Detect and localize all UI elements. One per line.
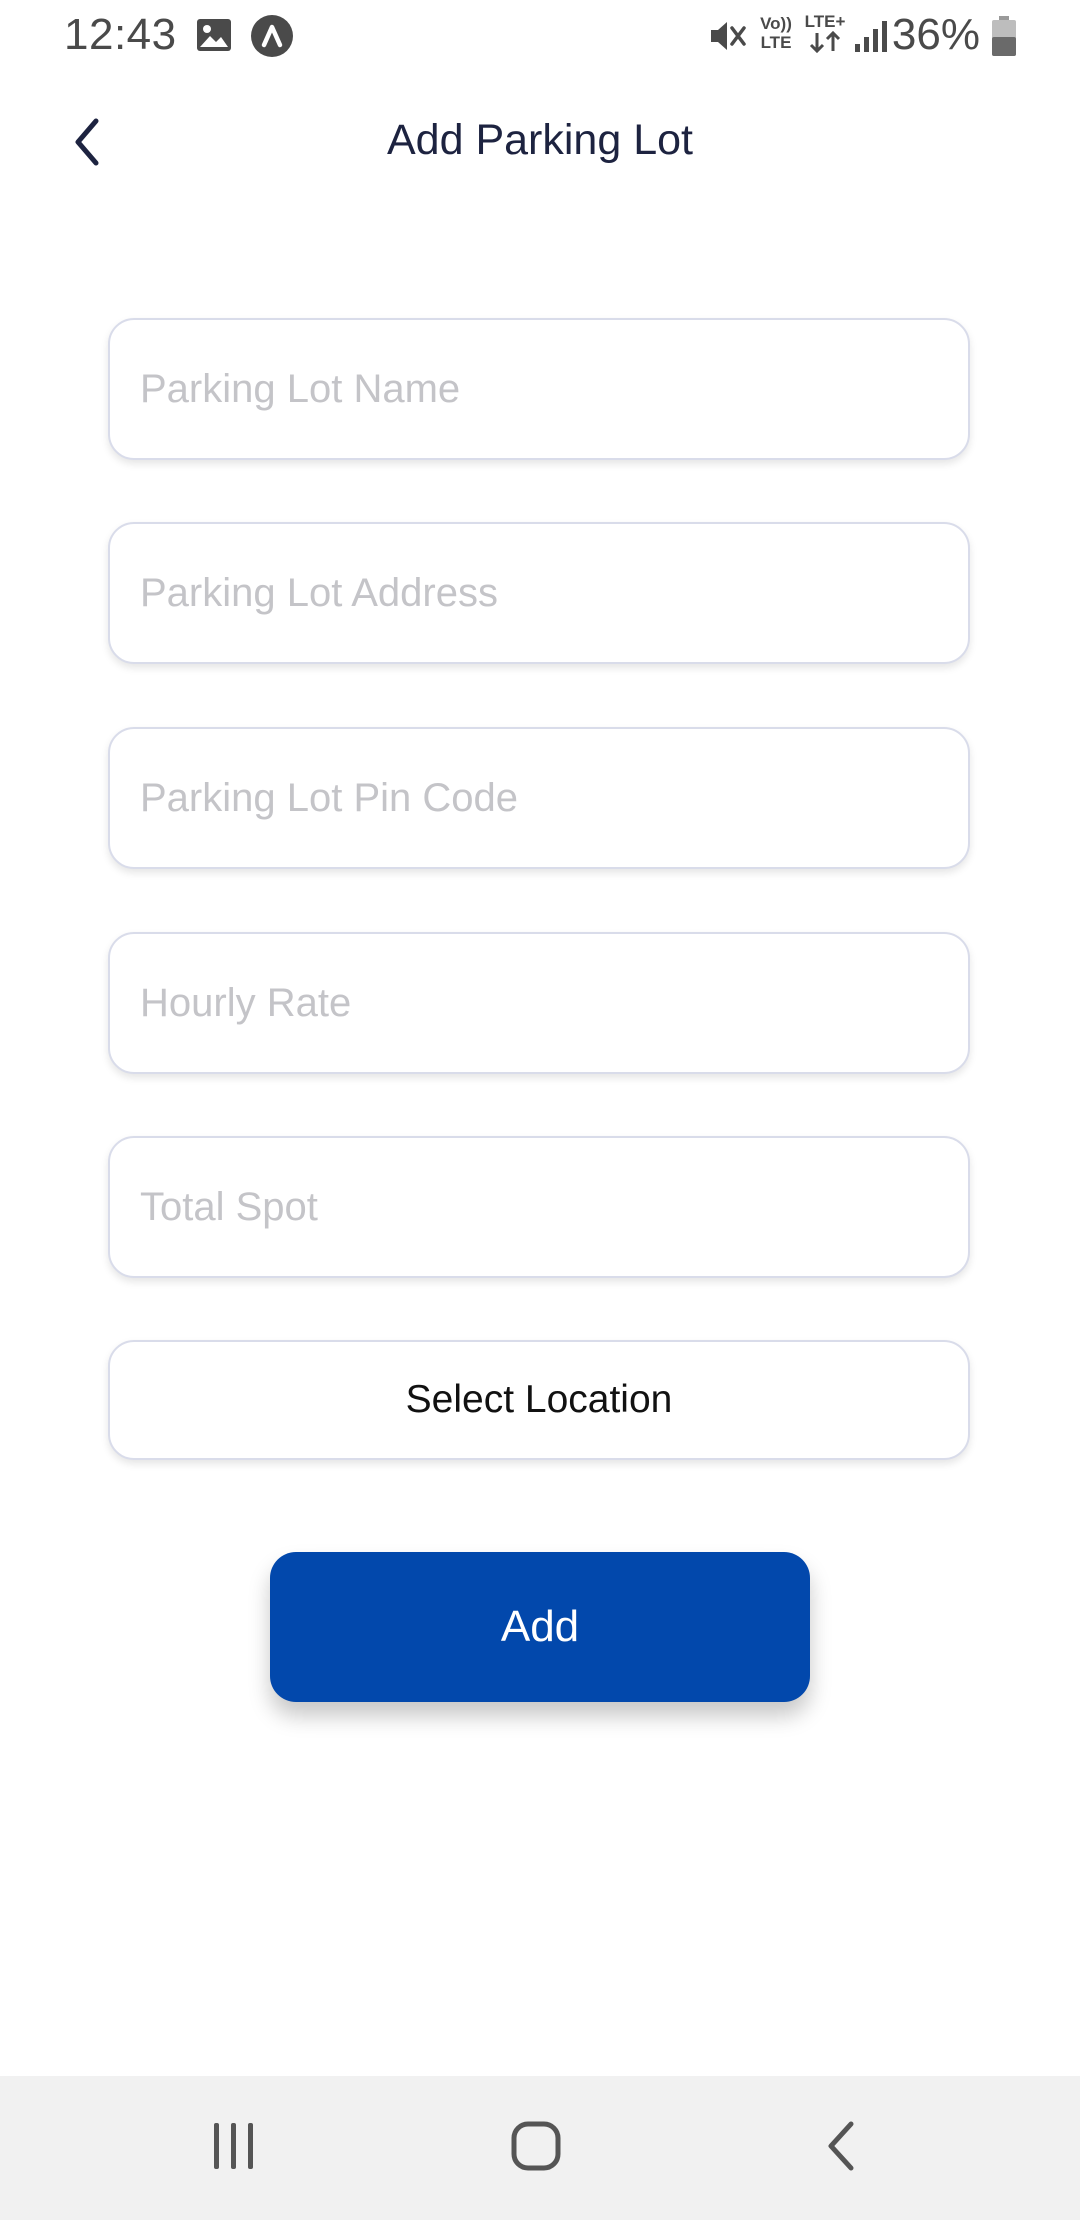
volte-label-top: Vo))	[760, 14, 792, 33]
lte-plus-icon: LTE+	[802, 12, 848, 57]
select-location-label: Select Location	[405, 1378, 673, 1421]
parking-lot-name-field[interactable]	[108, 318, 970, 460]
add-button-label: Add	[500, 1602, 580, 1651]
parking-lot-name-input[interactable]	[110, 320, 968, 458]
volte-icon: Vo)) LTE	[758, 14, 794, 52]
hourly-rate-field[interactable]	[108, 932, 970, 1074]
add-button[interactable]: Add	[270, 1552, 810, 1702]
total-spot-input[interactable]	[110, 1138, 968, 1276]
battery-percent: 36%	[891, 10, 980, 59]
system-nav-bar	[0, 2076, 1080, 2220]
volte-label-bottom: LTE	[760, 33, 792, 52]
hourly-rate-input[interactable]	[110, 934, 968, 1072]
home-button[interactable]	[496, 2112, 576, 2184]
recent-apps-button[interactable]	[194, 2112, 274, 2184]
image-icon	[196, 18, 232, 57]
signal-icon	[854, 18, 890, 59]
parking-lot-address-field[interactable]	[108, 522, 970, 664]
battery-icon	[992, 16, 1016, 61]
parking-lot-address-input[interactable]	[110, 524, 968, 662]
select-location-button[interactable]: Select Location	[108, 1340, 970, 1460]
status-time: 12:43	[64, 10, 177, 59]
total-spot-field[interactable]	[108, 1136, 970, 1278]
back-icon	[823, 2120, 857, 2177]
parking-lot-pincode-field[interactable]	[108, 727, 970, 869]
app-a-icon	[250, 14, 294, 63]
status-bar: 12:43 Vo)) LTE LTE+ 36%	[0, 0, 1080, 72]
recent-apps-icon	[210, 2121, 258, 2176]
nav-back-button[interactable]	[800, 2112, 880, 2184]
mute-icon	[708, 16, 748, 61]
app-bar: Add Parking Lot	[0, 100, 1080, 190]
screen: 12:43 Vo)) LTE LTE+ 36% Add Parking Lot …	[0, 0, 1080, 2220]
page-title: Add Parking Lot	[387, 116, 693, 164]
lte-label: LTE+	[804, 12, 846, 31]
home-icon	[510, 2120, 562, 2177]
parking-lot-pincode-input[interactable]	[110, 729, 968, 867]
